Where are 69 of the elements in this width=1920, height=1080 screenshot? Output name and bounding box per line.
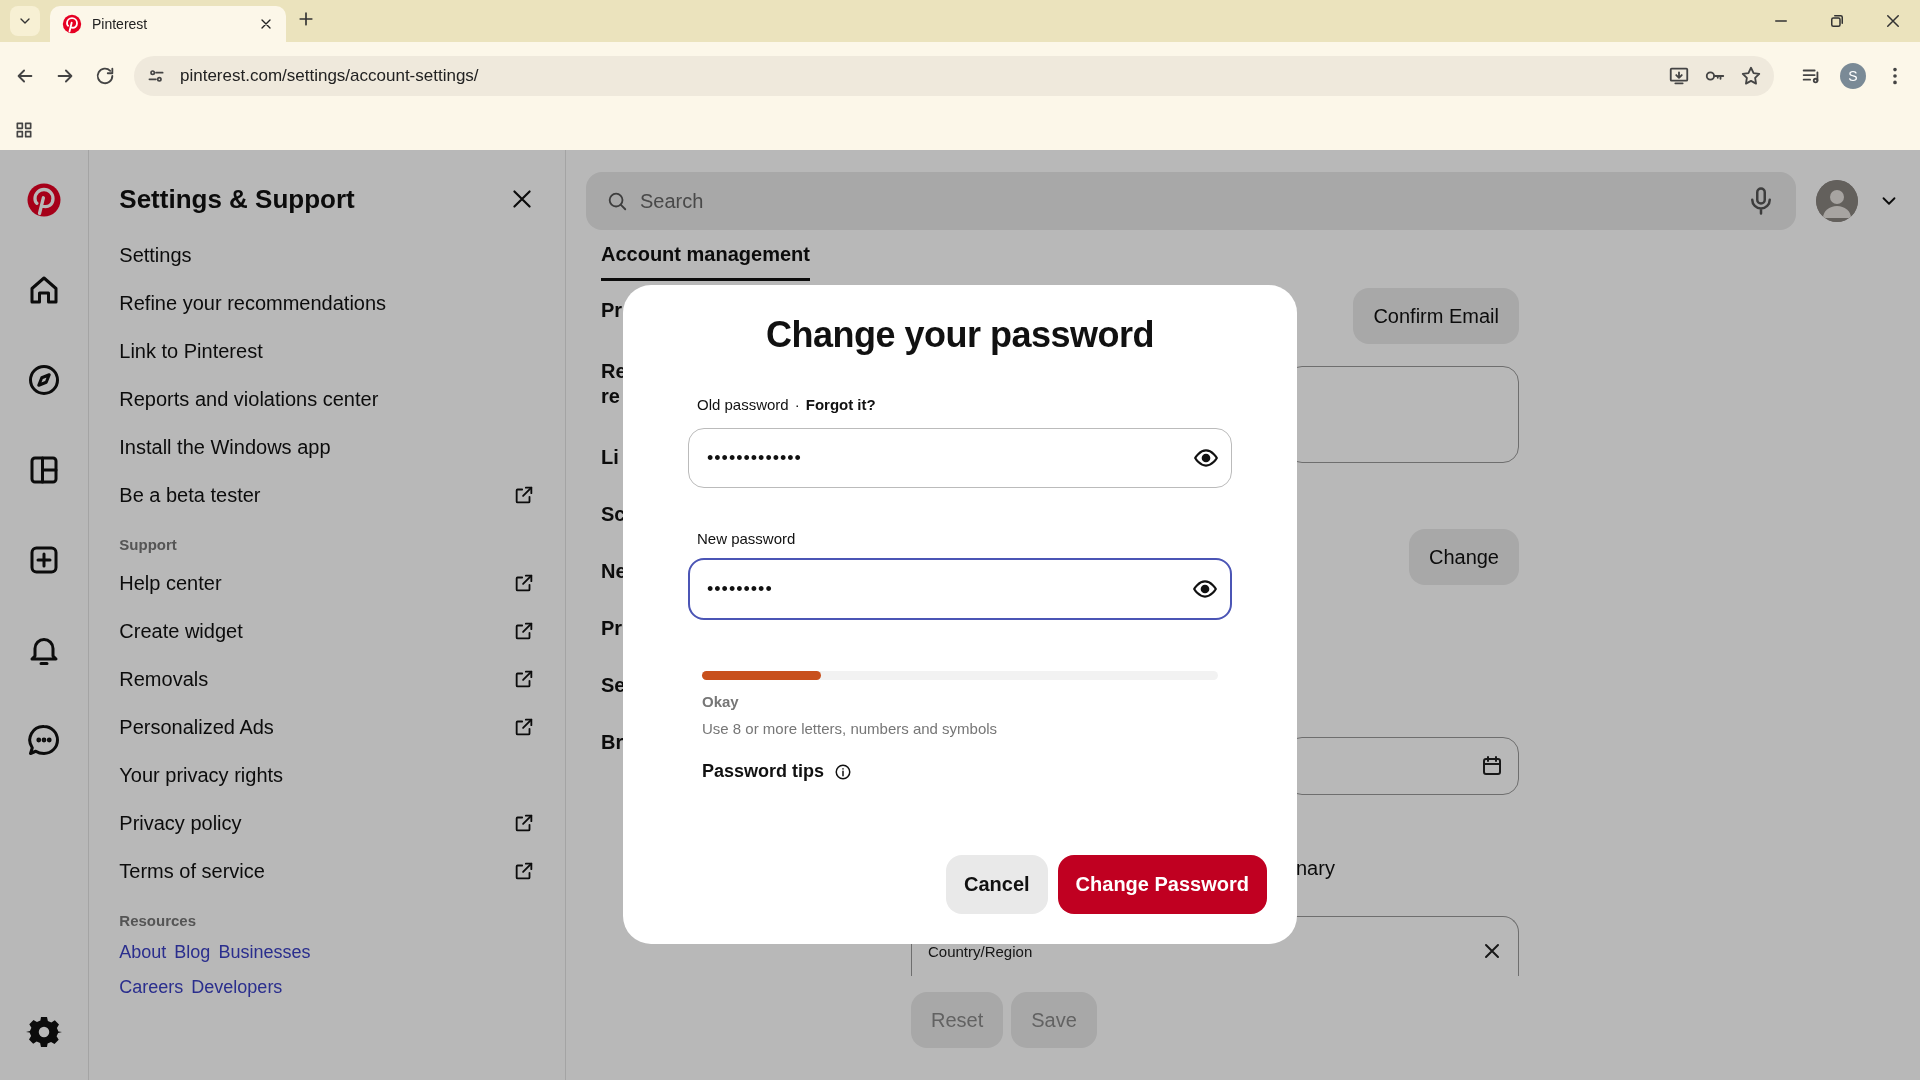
menu-item[interactable]: Terms of service bbox=[119, 847, 535, 895]
forgot-link[interactable]: Forgot it? bbox=[805, 395, 876, 413]
setting-label: Se bbox=[601, 674, 626, 697]
menu-item[interactable]: Be a beta tester bbox=[119, 471, 535, 519]
setting-label: Pr bbox=[601, 617, 623, 640]
option-label: nary bbox=[1295, 857, 1335, 880]
install-app-icon[interactable] bbox=[1668, 65, 1690, 87]
menu-item[interactable]: Create widget bbox=[119, 607, 535, 655]
field-label: Old password bbox=[697, 395, 789, 413]
menu-item[interactable]: Personalized Ads bbox=[119, 703, 535, 751]
section-heading: Resources bbox=[119, 910, 197, 931]
confirm-email-button[interactable]: Confirm Email bbox=[1353, 288, 1519, 344]
strength-hint: Use 8 or more letters, numbers and symbols bbox=[702, 720, 999, 737]
external-link-icon bbox=[513, 668, 535, 690]
address-bar[interactable]: pinterest.com/settings/account-settings/ bbox=[134, 56, 1774, 96]
setting-label: Sc bbox=[601, 503, 626, 526]
settings-icon[interactable] bbox=[26, 1014, 63, 1050]
reload-icon[interactable] bbox=[94, 65, 116, 87]
password-field[interactable]: ••••••••••••• bbox=[688, 428, 1232, 488]
pinterest-logo-icon[interactable] bbox=[26, 182, 63, 218]
cancel-button[interactable]: Cancel bbox=[946, 855, 1048, 914]
separator: · bbox=[794, 395, 800, 413]
external-link-icon bbox=[513, 484, 535, 506]
footer-link[interactable]: About bbox=[119, 942, 167, 963]
setting-label: Li bbox=[601, 446, 619, 469]
external-link-icon bbox=[513, 620, 535, 642]
tab-search-button[interactable] bbox=[10, 6, 40, 36]
calendar-icon[interactable] bbox=[1480, 754, 1504, 778]
menu-item[interactable]: Privacy policy bbox=[119, 799, 535, 847]
star-icon[interactable] bbox=[1740, 65, 1762, 87]
menu-item[interactable]: Reports and violations center bbox=[119, 375, 535, 423]
field-label: New password bbox=[697, 529, 796, 547]
search-bar[interactable]: Search bbox=[586, 172, 1796, 230]
pinterest-logo-icon[interactable] bbox=[62, 14, 82, 34]
submit-button[interactable]: Change Password bbox=[1057, 855, 1267, 914]
footer-link[interactable]: Careers bbox=[119, 977, 184, 998]
footer-link[interactable]: Blog bbox=[174, 942, 211, 963]
apps-grid-icon[interactable] bbox=[14, 120, 34, 140]
external-link-icon bbox=[513, 860, 535, 882]
change-button[interactable]: Change bbox=[1408, 529, 1519, 585]
setting-label: Pr bbox=[601, 299, 623, 322]
footer-link[interactable]: Businesses bbox=[218, 942, 311, 963]
menu-item[interactable]: Install the Windows app bbox=[119, 423, 535, 471]
external-link-icon bbox=[513, 812, 535, 834]
section-heading: Support bbox=[119, 534, 178, 555]
info-icon[interactable] bbox=[834, 762, 853, 781]
restore-icon[interactable] bbox=[1828, 12, 1846, 30]
menu-item[interactable]: Refine your recommendations bbox=[119, 279, 535, 327]
password-tips-label: Password tips bbox=[702, 761, 825, 782]
search-icon bbox=[606, 190, 628, 212]
close-icon[interactable] bbox=[1884, 12, 1902, 30]
external-link-icon bbox=[513, 572, 535, 594]
strength-label: Okay bbox=[702, 693, 740, 710]
menu-item[interactable]: Link to Pinterest bbox=[119, 327, 535, 375]
menu-item[interactable]: Help center bbox=[119, 559, 535, 607]
external-link-icon bbox=[513, 716, 535, 738]
password-field[interactable]: ••••••••• bbox=[688, 558, 1232, 620]
menu-item[interactable]: Settings bbox=[119, 231, 535, 279]
tab[interactable]: Account management bbox=[601, 230, 810, 281]
profile-button[interactable]: S bbox=[1840, 63, 1866, 89]
menu-item[interactable]: Your privacy rights bbox=[119, 751, 535, 799]
avatar[interactable] bbox=[1816, 180, 1858, 222]
setting-label: Br bbox=[601, 731, 624, 754]
panel-title: Settings & Support bbox=[119, 183, 355, 215]
menu-item[interactable]: Removals bbox=[119, 655, 535, 703]
dialog-title: Change your password bbox=[764, 313, 1156, 357]
search-field[interactable]: Search bbox=[638, 188, 1736, 214]
footer-link[interactable]: Developers bbox=[191, 977, 283, 998]
browser-tab[interactable]: Pinterest bbox=[50, 6, 286, 42]
